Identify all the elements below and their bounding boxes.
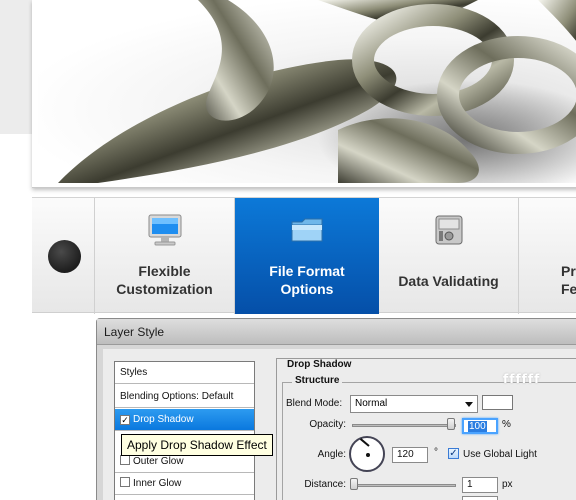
distance-input[interactable]: 1 bbox=[462, 477, 498, 493]
tab-label-line1: Data Validating bbox=[398, 273, 499, 289]
inner-glow-checkbox[interactable] bbox=[120, 477, 130, 487]
dark-circle-icon[interactable] bbox=[48, 240, 81, 273]
tab-bar-dot-cell bbox=[32, 198, 95, 314]
tab-flexible-customization[interactable]: Flexible Customization bbox=[95, 198, 235, 314]
hero-image bbox=[38, 0, 576, 183]
tab-label-line1: Pr bbox=[561, 263, 576, 279]
distance-slider-thumb[interactable] bbox=[350, 478, 358, 490]
structure-title: Structure bbox=[292, 375, 343, 386]
tooltip: Apply Drop Shadow Effect bbox=[121, 434, 273, 456]
opacity-label: Opacity: bbox=[309, 419, 346, 430]
monitor-icon bbox=[147, 214, 183, 246]
hard-drive-icon bbox=[431, 214, 467, 246]
outer-glow-label: Outer Glow bbox=[133, 456, 184, 467]
shadow-color-swatch[interactable] bbox=[482, 395, 513, 410]
chain-illustration bbox=[58, 0, 576, 183]
drop-shadow-item[interactable]: ✓ Drop Shadow bbox=[115, 409, 254, 431]
distance-unit: px bbox=[502, 479, 513, 490]
tab-label-line1: Flexible bbox=[138, 263, 191, 279]
opacity-slider-track[interactable] bbox=[352, 424, 456, 427]
tab-label-line1: File Format bbox=[269, 263, 345, 279]
blending-options-item[interactable]: Blending Options: Default bbox=[115, 386, 254, 408]
next-field-input[interactable] bbox=[462, 496, 498, 500]
outer-glow-checkbox[interactable] bbox=[120, 455, 130, 465]
drop-shadow-checkbox[interactable]: ✓ bbox=[120, 415, 130, 425]
distance-label: Distance: bbox=[304, 479, 346, 490]
distance-slider-track[interactable] bbox=[352, 484, 456, 487]
angle-unit: ° bbox=[434, 447, 438, 458]
watermark-text: ffffff bbox=[503, 372, 541, 386]
blend-mode-label: Blend Mode: bbox=[286, 398, 343, 409]
dialog-title: Layer Style bbox=[104, 325, 165, 339]
opacity-slider-thumb[interactable] bbox=[447, 418, 455, 430]
inner-glow-item[interactable]: Inner Glow bbox=[115, 473, 254, 495]
blend-mode-select[interactable]: Normal bbox=[350, 395, 478, 413]
chevron-down-icon bbox=[465, 402, 473, 407]
dialog-title-bar[interactable]: Layer Style bbox=[97, 319, 576, 345]
angle-needle bbox=[359, 438, 370, 447]
left-gray-panel bbox=[0, 0, 34, 134]
opacity-input[interactable]: 100 bbox=[462, 418, 498, 434]
tab-data-validating[interactable]: Data Validating bbox=[379, 198, 519, 314]
opacity-unit: % bbox=[502, 419, 511, 430]
angle-input[interactable]: 120 bbox=[392, 447, 428, 463]
panel-title: Drop Shadow bbox=[284, 359, 355, 370]
styles-list: Styles Blending Options: Default ✓ Drop S… bbox=[114, 361, 255, 500]
use-global-light-checkbox[interactable]: ✓ bbox=[448, 448, 459, 459]
use-global-light-label: Use Global Light bbox=[463, 449, 537, 460]
angle-label: Angle: bbox=[317, 449, 346, 460]
inner-glow-label: Inner Glow bbox=[133, 478, 182, 489]
feature-tab-bar: Flexible Customization File Format Optio… bbox=[32, 197, 576, 314]
angle-dial[interactable] bbox=[349, 436, 385, 472]
badge-icon bbox=[571, 214, 576, 246]
tab-file-format-options[interactable]: File Format Options bbox=[235, 198, 379, 314]
tab-label-line2: Options bbox=[280, 281, 334, 297]
tab-label-line2: Fe bbox=[561, 281, 576, 297]
page: Flexible Customization File Format Optio… bbox=[0, 0, 576, 500]
styles-list-header[interactable]: Styles bbox=[115, 362, 254, 384]
tab-partial[interactable]: Pr Fe bbox=[519, 198, 576, 314]
folder-icon bbox=[289, 214, 325, 246]
drop-shadow-label: Drop Shadow bbox=[133, 414, 194, 425]
tab-label-line2: Customization bbox=[116, 281, 213, 297]
blend-mode-value: Normal bbox=[355, 398, 388, 409]
